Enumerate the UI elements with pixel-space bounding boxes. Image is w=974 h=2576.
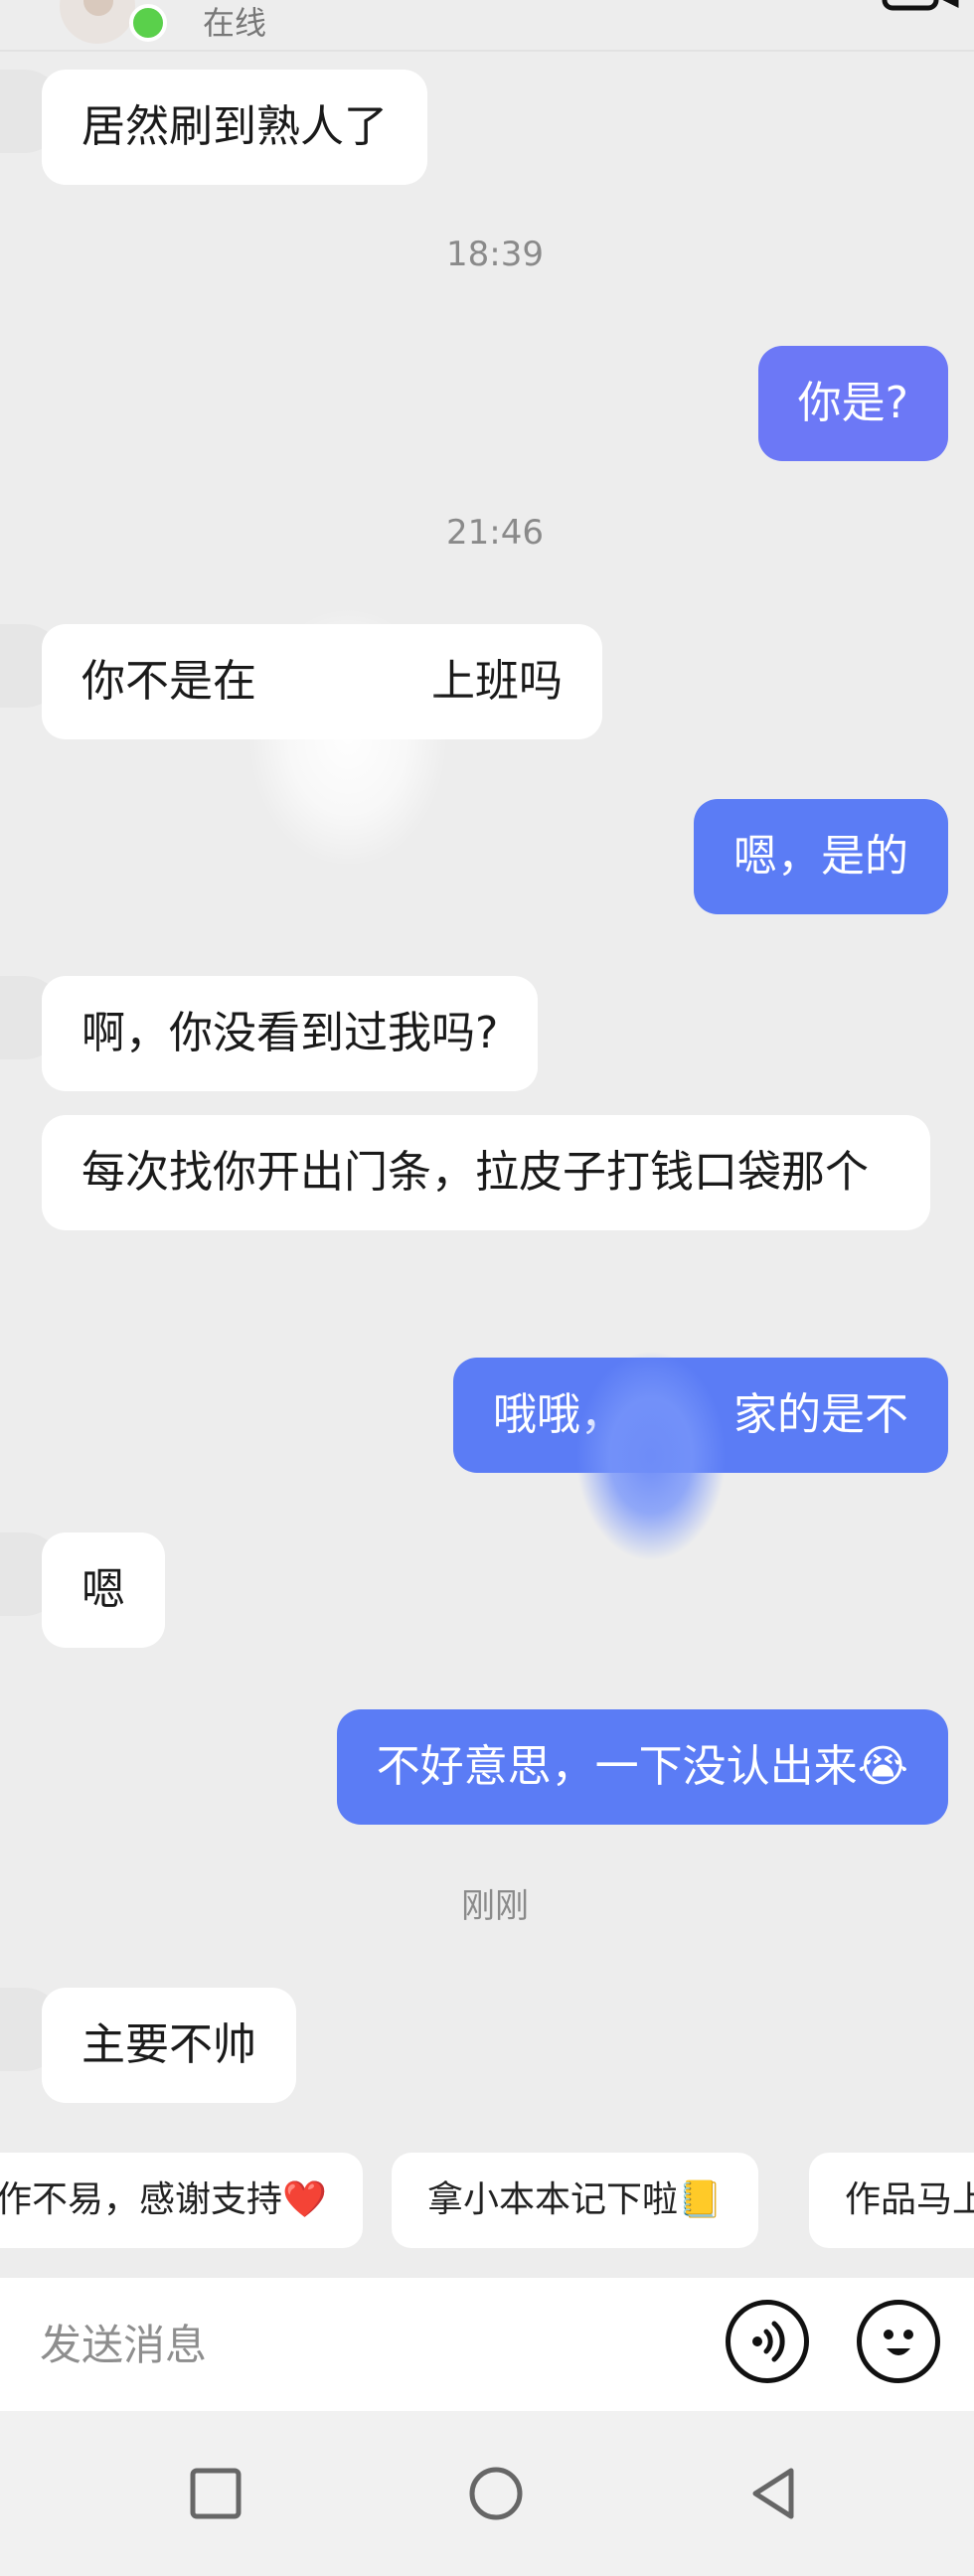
- quick-reply-chip[interactable]: 作不易，感谢支持❤️: [0, 2153, 363, 2248]
- system-navigation-bar: [0, 2411, 974, 2576]
- chat-header: 在线: [0, 0, 974, 52]
- message-bubble-incoming[interactable]: 嗯: [42, 1532, 165, 1648]
- quick-reply-chip[interactable]: 拿小本本记下啦📒: [392, 2153, 758, 2248]
- contact-avatar[interactable]: [60, 0, 135, 44]
- triangle-back-icon[interactable]: [747, 2465, 799, 2522]
- emoji-button[interactable]: [857, 2300, 940, 2383]
- timestamp: 21:46: [446, 513, 544, 553]
- privacy-blur: [576, 1352, 726, 1560]
- message-bubble-outgoing[interactable]: 你是?: [757, 346, 948, 461]
- square-recent-apps-icon[interactable]: [189, 2467, 243, 2520]
- privacy-blur: [248, 608, 447, 867]
- online-status-dot: [129, 4, 167, 42]
- online-status-text: 在线: [203, 4, 267, 42]
- message-bubble-outgoing[interactable]: 不好意思，一下没认出来😭: [336, 1709, 948, 1825]
- voice-input-button[interactable]: [726, 2300, 809, 2383]
- voice-input-icon: [752, 2321, 785, 2362]
- video-camera-icon[interactable]: [881, 0, 960, 14]
- message-bubble-incoming[interactable]: 啊，你没看到过我吗?: [42, 976, 539, 1091]
- message-bubble-incoming[interactable]: 每次找你开出门条，拉皮子打钱口袋那个: [42, 1115, 930, 1230]
- timestamp: 刚刚: [461, 1886, 529, 1926]
- timestamp: 18:39: [446, 235, 544, 274]
- message-bubble-outgoing[interactable]: 嗯，是的: [694, 799, 948, 914]
- emoji-icon: [884, 2330, 913, 2355]
- message-bubble-incoming[interactable]: 居然刷到熟人了: [42, 70, 427, 185]
- message-input-bar: [0, 2278, 974, 2411]
- quick-reply-chip[interactable]: 作品马上: [809, 2153, 974, 2248]
- circle-home-icon[interactable]: [467, 2465, 525, 2522]
- message-input[interactable]: [40, 2312, 676, 2377]
- message-bubble-incoming[interactable]: 主要不帅: [42, 1988, 296, 2103]
